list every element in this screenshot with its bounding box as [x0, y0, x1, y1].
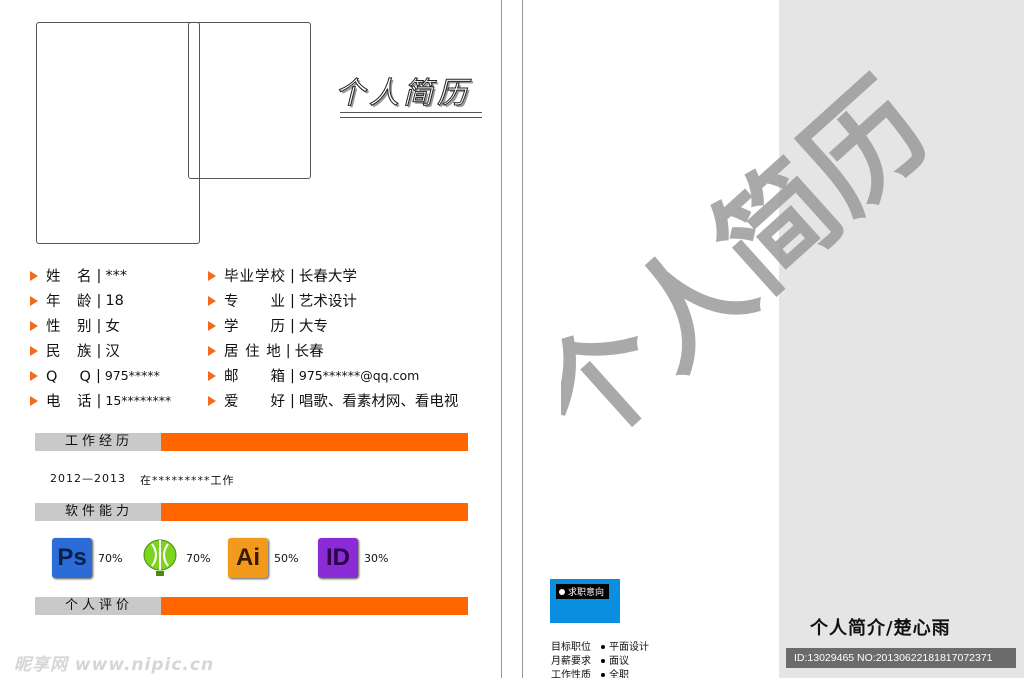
- orange-triangle-icon: [30, 345, 38, 356]
- info-age: 年 龄 | 18: [30, 290, 124, 311]
- resume-left-page: 个人简历 姓 名 | *** 年 龄 | 18 性 别 | 女 民 族 | 汉 Q Q | 975*…: [0, 0, 502, 678]
- site-watermark: 昵享网 www.nipic.cn: [14, 655, 215, 675]
- job-row-type: 工作性质 全职: [551, 670, 629, 678]
- orange-triangle-icon: [208, 395, 216, 406]
- software-coreldraw: 70%: [140, 538, 210, 578]
- info-ethnicity: 民 族 | 汉: [30, 340, 120, 361]
- section-self-evaluation: 个人评价: [35, 597, 468, 615]
- job-intention-label: 求职意向: [556, 584, 610, 599]
- photoshop-icon: Ps: [52, 538, 92, 578]
- orange-triangle-icon: [30, 395, 38, 406]
- coreldraw-icon: [140, 538, 180, 578]
- software-photoshop: Ps 70%: [52, 538, 122, 578]
- job-intention-block: 求职意向: [550, 579, 620, 623]
- section-label: 个人评价: [35, 597, 161, 615]
- title-underline-2: [340, 117, 482, 118]
- info-major: 专 业 | 艺术设计: [208, 290, 357, 311]
- info-school: 毕业学校 | 长春大学: [208, 265, 357, 286]
- orange-triangle-icon: [208, 320, 216, 331]
- experience-years: 2012—2013: [50, 472, 126, 485]
- section-work-experience: 工作经历: [35, 433, 468, 451]
- dot-icon: [559, 588, 565, 595]
- orange-triangle-icon: [208, 295, 216, 306]
- orange-triangle-icon: [208, 270, 216, 281]
- software-illustrator: Ai 50%: [228, 538, 298, 578]
- orange-triangle-icon: [208, 370, 216, 381]
- illustrator-icon: Ai: [228, 538, 268, 578]
- info-name: 姓 名 | ***: [30, 265, 127, 286]
- info-email: 邮 箱 | 975******@qq.com: [208, 365, 419, 386]
- orange-triangle-icon: [208, 345, 216, 356]
- software-indesign: ID 30%: [318, 538, 388, 578]
- section-accent-bar: [161, 597, 468, 615]
- resume-cover-page: 个人简历 求职意向 目标职位 平面设计 月薪要求 面议 工作性质 全职 个人简介…: [522, 0, 1024, 678]
- orange-triangle-icon: [30, 370, 38, 381]
- info-education: 学 历 | 大专: [208, 315, 328, 336]
- image-id-bar: ID:13029465 NO:20130622181817072371: [786, 648, 1016, 668]
- info-phone: 电 话 | 15********: [30, 390, 171, 411]
- photo-frame-small: [188, 22, 311, 179]
- info-hobbies: 爱 好 | 唱歌、看素材网、看电视: [208, 390, 458, 411]
- info-qq: Q Q | 975*****: [30, 365, 160, 386]
- section-software-skills: 软件能力: [35, 503, 468, 521]
- intro-heading: 个人简介/楚心雨: [810, 618, 951, 639]
- job-row-salary: 月薪要求 面议: [551, 656, 629, 667]
- info-gender: 性 别 | 女: [30, 315, 120, 336]
- job-row-position: 目标职位 平面设计: [551, 642, 649, 653]
- gray-side-panel: [779, 0, 1024, 678]
- resume-title: 个人简历: [335, 76, 471, 112]
- page-gutter: [502, 0, 522, 678]
- section-accent-bar: [161, 433, 468, 451]
- info-residence: 居 住 地 | 长春: [208, 340, 324, 361]
- indesign-icon: ID: [318, 538, 358, 578]
- title-underline-1: [340, 112, 482, 113]
- section-label: 软件能力: [35, 503, 161, 521]
- experience-desc: 在*********工作: [140, 474, 235, 487]
- experience-entry: 2012—2013 在*********工作: [50, 472, 235, 488]
- orange-triangle-icon: [30, 320, 38, 331]
- orange-triangle-icon: [30, 295, 38, 306]
- section-label: 工作经历: [35, 433, 161, 451]
- orange-triangle-icon: [30, 270, 38, 281]
- photo-frame-large: [36, 22, 200, 244]
- section-accent-bar: [161, 503, 468, 521]
